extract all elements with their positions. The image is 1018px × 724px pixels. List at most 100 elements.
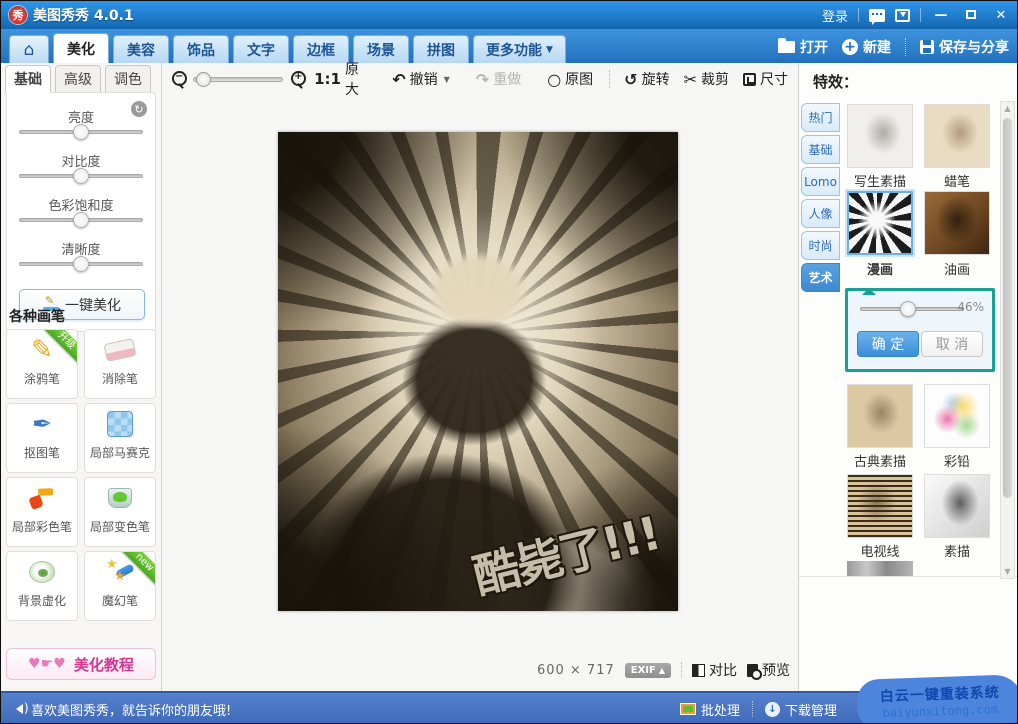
effect-thumb-sketch-life[interactable] bbox=[847, 104, 913, 168]
resize-label: 尺寸 bbox=[760, 69, 788, 89]
save-share-button[interactable]: 保存与分享 bbox=[920, 37, 1009, 57]
effects-scrollbar[interactable]: ▲ ▼ bbox=[1000, 101, 1015, 579]
effect-thumb-comic-selected[interactable] bbox=[847, 191, 913, 255]
titlebar-controls: 登录 — ✕ bbox=[822, 6, 1011, 25]
batch-label: 批处理 bbox=[701, 700, 740, 719]
download-icon[interactable] bbox=[895, 9, 910, 22]
original-image-button[interactable]: ○ 原图 bbox=[547, 69, 593, 89]
effect-thumb-crayon[interactable] bbox=[924, 104, 990, 168]
zoom-in-icon[interactable]: + bbox=[291, 71, 304, 88]
download-manager-button[interactable]: ↓ 下载管理 bbox=[765, 700, 837, 719]
compare-icon bbox=[692, 664, 705, 677]
category-hot[interactable]: 热门 bbox=[801, 103, 840, 132]
slider-thumb[interactable] bbox=[73, 256, 89, 272]
effect-thumb-tv-lines[interactable] bbox=[847, 474, 913, 538]
tutorial-button[interactable]: ♥☛♥ 美化教程 bbox=[6, 648, 156, 680]
open-label: 打开 bbox=[800, 37, 828, 57]
zoom-slider-thumb[interactable] bbox=[196, 72, 211, 87]
tab-text[interactable]: 文字 bbox=[233, 35, 289, 63]
doodle-pen-button[interactable]: 升级 ✎ 涂鸦笔 bbox=[6, 329, 78, 399]
open-button[interactable]: 打开 bbox=[778, 37, 828, 57]
resize-button[interactable]: 尺寸 bbox=[743, 69, 788, 89]
preview-button[interactable]: 预览 bbox=[747, 660, 790, 680]
exif-button[interactable]: EXIF ▲ bbox=[625, 663, 671, 678]
zoom-out-icon[interactable]: − bbox=[172, 71, 185, 88]
close-button[interactable]: ✕ bbox=[991, 8, 1011, 23]
effect-thumb-partial[interactable] bbox=[847, 561, 913, 576]
download-label: 下载管理 bbox=[785, 700, 837, 719]
apply-button[interactable]: 确 定 bbox=[857, 331, 919, 357]
ratio-icon: 1:1 bbox=[314, 70, 341, 88]
effect-thumb-oil-painting[interactable] bbox=[924, 191, 990, 255]
clarity-slider[interactable] bbox=[19, 262, 143, 266]
folder-icon bbox=[778, 41, 795, 53]
crop-button[interactable]: ✂ 裁剪 bbox=[684, 69, 729, 89]
zoom-slider[interactable] bbox=[193, 77, 283, 82]
resize-icon bbox=[743, 73, 756, 86]
scroll-down-icon[interactable]: ▼ bbox=[1001, 567, 1014, 576]
canvas-toolbar: − + 1:1 原大 ↶ 撤销 ▼ ↷ 重做 ○ 原图 ↺ 旋转 ✂ 裁剪 尺寸 bbox=[162, 63, 798, 95]
slider-thumb[interactable] bbox=[73, 212, 89, 228]
undo-button[interactable]: ↶ 撤销 ▼ bbox=[392, 69, 450, 89]
slider-thumb[interactable] bbox=[73, 168, 89, 184]
slider-thumb[interactable] bbox=[73, 124, 89, 140]
tutorial-label: 美化教程 bbox=[74, 654, 134, 675]
login-link[interactable]: 登录 bbox=[822, 6, 848, 25]
brightness-slider[interactable] bbox=[19, 130, 143, 134]
category-fashion[interactable]: 时尚 bbox=[801, 231, 840, 260]
tab-tint[interactable]: 调色 bbox=[105, 65, 151, 93]
intensity-slider[interactable] bbox=[860, 307, 964, 311]
effect-label: 电视线 bbox=[847, 541, 913, 560]
tab-more-features[interactable]: 更多功能 ▼ bbox=[473, 35, 566, 63]
new-button[interactable]: +新建 bbox=[842, 37, 891, 57]
intensity-slider-thumb[interactable] bbox=[900, 301, 916, 317]
actual-size-button[interactable]: 原大 bbox=[345, 59, 366, 99]
scroll-up-icon[interactable]: ▲ bbox=[1001, 104, 1014, 113]
effect-thumb-sketch[interactable] bbox=[924, 474, 990, 538]
saturation-slider[interactable] bbox=[19, 218, 143, 222]
tab-collage[interactable]: 拼图 bbox=[413, 35, 469, 63]
local-color-pen-button[interactable]: 局部彩色笔 bbox=[6, 477, 78, 547]
tab-label: 场景 bbox=[367, 40, 395, 60]
tab-decorate[interactable]: 饰品 bbox=[173, 35, 229, 63]
background-blur-button[interactable]: 背景虚化 bbox=[6, 551, 78, 621]
one-click-label: 一键美化 bbox=[65, 295, 121, 315]
edited-photo[interactable]: 酷毙了!!! bbox=[278, 132, 678, 611]
tab-beautify[interactable]: 美化 bbox=[53, 33, 109, 63]
batch-process-button[interactable]: 批处理 bbox=[680, 700, 740, 719]
effect-thumb-classic-sketch[interactable] bbox=[847, 384, 913, 448]
category-basic[interactable]: 基础 bbox=[801, 135, 840, 164]
brush-label: 抠图笔 bbox=[7, 444, 77, 461]
maximize-button[interactable] bbox=[961, 8, 981, 23]
eraser-pen-button[interactable]: 消除笔 bbox=[84, 329, 156, 399]
rotate-button[interactable]: ↺ 旋转 bbox=[624, 69, 669, 89]
mosaic-pen-button[interactable]: 局部马赛克 bbox=[84, 403, 156, 473]
category-art[interactable]: 艺术 bbox=[801, 263, 840, 292]
contrast-slider[interactable] bbox=[19, 174, 143, 178]
plus-icon: + bbox=[842, 39, 858, 55]
scrollbar-thumb[interactable] bbox=[1003, 118, 1012, 498]
compare-button[interactable]: 对比 bbox=[692, 660, 737, 680]
redo-button[interactable]: ↷ 重做 bbox=[476, 69, 521, 89]
effect-thumb-colored-pencil[interactable] bbox=[924, 384, 990, 448]
tab-retouch[interactable]: 美容 bbox=[113, 35, 169, 63]
maximize-icon bbox=[966, 10, 976, 19]
feedback-icon[interactable] bbox=[869, 9, 885, 22]
mosaic-icon bbox=[85, 404, 155, 444]
tab-border[interactable]: 边框 bbox=[293, 35, 349, 63]
titlebar: 秀 美图秀秀 4.0.1 登录 — ✕ bbox=[1, 1, 1017, 29]
local-tint-pen-button[interactable]: 局部变色笔 bbox=[84, 477, 156, 547]
category-portrait[interactable]: 人像 bbox=[801, 199, 840, 228]
home-button[interactable]: ⌂ bbox=[9, 35, 49, 63]
category-lomo[interactable]: Lomo bbox=[801, 167, 840, 196]
minimize-button[interactable]: — bbox=[931, 8, 951, 23]
tab-advanced[interactable]: 高级 bbox=[55, 65, 101, 93]
brush-label: 局部马赛克 bbox=[85, 444, 155, 461]
effect-label: 蜡笔 bbox=[924, 171, 990, 190]
magic-pen-button[interactable]: new 魔幻笔 bbox=[84, 551, 156, 621]
cancel-button[interactable]: 取 消 bbox=[921, 331, 983, 357]
chevron-down-icon[interactable]: ▼ bbox=[444, 75, 450, 84]
speaker-icon bbox=[11, 704, 23, 714]
cutout-pen-button[interactable]: ✒ 抠图笔 bbox=[6, 403, 78, 473]
tab-basic[interactable]: 基础 bbox=[5, 65, 51, 93]
